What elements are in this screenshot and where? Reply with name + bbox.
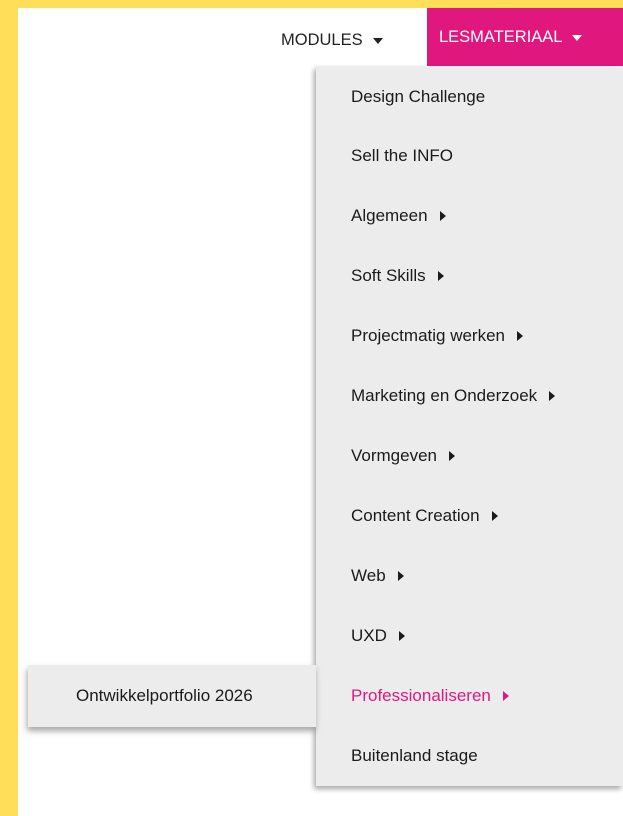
menu-item-buitenland-stage[interactable]: Buitenland stage — [351, 736, 478, 776]
menu-item-label: Algemeen — [351, 206, 428, 225]
caret-down-icon — [572, 35, 583, 41]
menu-item-label: Soft Skills — [351, 266, 426, 285]
menu-item-label: Professionaliseren — [351, 686, 491, 705]
menu-item-professionaliseren[interactable]: Professionaliseren — [351, 676, 509, 716]
menu-item-web[interactable]: Web — [351, 556, 404, 596]
menu-item-label: Vormgeven — [351, 446, 437, 465]
caret-right-icon — [517, 331, 524, 341]
menu-item-vormgeven[interactable]: Vormgeven — [351, 436, 455, 476]
caret-right-icon — [439, 211, 446, 221]
caret-right-icon — [398, 631, 405, 641]
caret-right-icon — [397, 571, 404, 581]
nav-lesmateriaal-button[interactable]: LESMATERIAAL — [427, 8, 623, 66]
caret-right-icon — [437, 271, 444, 281]
caret-right-icon — [449, 451, 455, 461]
nav-modules-label: MODULES — [281, 30, 363, 49]
menu-item-label: Sell the INFO — [351, 146, 454, 165]
menu-item-label: Content Creation — [351, 506, 480, 525]
menu-item-sell-the-info[interactable]: Sell the INFO — [351, 136, 453, 176]
caret-right-icon — [491, 511, 498, 521]
menu-item-design-challenge[interactable]: Design Challenge — [351, 77, 485, 117]
menu-item-projectmatig-werken[interactable]: Projectmatig werken — [351, 316, 524, 356]
nav-lesmateriaal-label: LESMATERIAAL — [439, 27, 563, 46]
menu-item-label: Web — [351, 566, 386, 585]
menu-item-label: Projectmatig werken — [351, 326, 506, 345]
menu-item-label: Design Challenge — [351, 87, 486, 106]
menu-item-label: Buitenland stage — [351, 746, 478, 765]
submenu-ontwikkelportfolio-2026[interactable]: Ontwikkelportfolio 2026 — [28, 665, 316, 727]
menu-item-algemeen[interactable]: Algemeen — [351, 196, 446, 236]
caret-right-icon — [502, 691, 509, 701]
menu-item-uxd[interactable]: UXD — [351, 616, 405, 656]
caret-down-icon — [372, 38, 383, 44]
caret-right-icon — [549, 391, 556, 401]
menu-item-content-creation[interactable]: Content Creation — [351, 496, 498, 536]
lesmateriaal-dropdown-menu: Design Challenge Sell the INFO Algemeen … — [316, 66, 623, 786]
nav-modules-button[interactable]: MODULES — [281, 20, 383, 60]
submenu-item-label: Ontwikkelportfolio 2026 — [76, 686, 253, 705]
menu-item-marketing-en-onderzoek[interactable]: Marketing en Onderzoek — [351, 376, 556, 416]
menu-item-label: Marketing en Onderzoek — [351, 386, 538, 405]
menu-item-label: UXD — [351, 626, 387, 645]
menu-item-soft-skills[interactable]: Soft Skills — [351, 256, 444, 296]
